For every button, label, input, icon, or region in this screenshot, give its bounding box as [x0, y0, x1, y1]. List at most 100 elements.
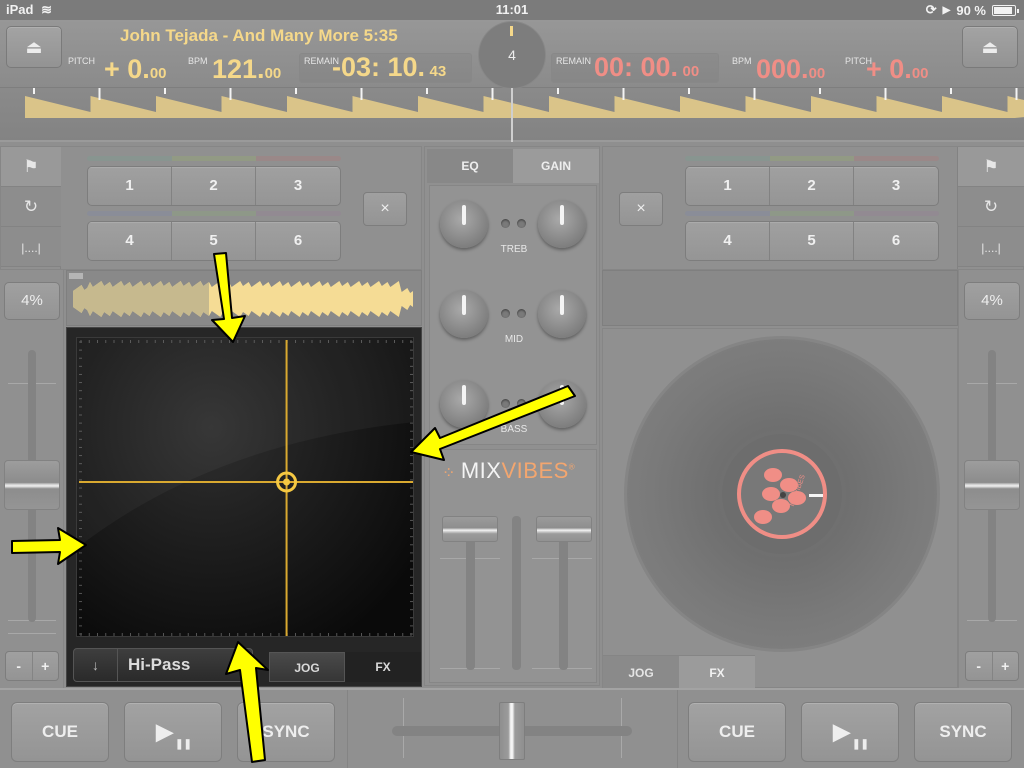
- eq-led: [501, 219, 510, 228]
- mixer-tab-gain[interactable]: GAIN: [513, 149, 599, 183]
- playhead-line: [511, 88, 513, 142]
- deck-a-hotcue-4[interactable]: 4: [88, 222, 172, 260]
- deck-a-pitch-minus-button[interactable]: -: [6, 652, 33, 680]
- deck-a-pitch-range-button[interactable]: 4%: [4, 282, 60, 320]
- deck-a-pitch-bend: - +: [5, 651, 59, 681]
- deck-a-hotcue-2[interactable]: 2: [172, 167, 256, 205]
- deck-a-hotcue-3[interactable]: 3: [256, 167, 340, 205]
- deck-a-bpm-readout: 121.00: [212, 54, 281, 85]
- download-icon[interactable]: ↓: [74, 649, 118, 681]
- deck-b-pitch-column: 4% - +: [958, 270, 1024, 688]
- pitch-decimal: 00: [911, 65, 929, 82]
- deck-b-hotcue-2[interactable]: 2: [770, 167, 854, 205]
- loop-icon: ↻: [983, 197, 999, 216]
- deck-a-cue-colorbar-top: [87, 156, 341, 161]
- eq-bass-b-knob[interactable]: [538, 380, 586, 428]
- flag-icon: ⚑: [23, 157, 39, 176]
- eq-bass-a-knob[interactable]: [440, 380, 488, 428]
- deck-a-hotcue-5[interactable]: 5: [172, 222, 256, 260]
- deck-b-tab-fx[interactable]: FX: [679, 655, 755, 689]
- rotation-lock-icon: ⟳: [925, 2, 937, 17]
- deck-a-overview-waveform[interactable]: [66, 270, 422, 326]
- remain-main: 00: 00.: [594, 52, 679, 82]
- deck-b-hotcue-5[interactable]: 5: [770, 222, 854, 260]
- channel-a-volume-fader[interactable]: [442, 516, 498, 543]
- bpm-decimal: 00: [808, 65, 826, 82]
- deck-b-cue-mode-button[interactable]: ⚑: [958, 147, 1024, 187]
- eq-treb-a-knob[interactable]: [440, 200, 488, 248]
- eq-mid-b-knob[interactable]: [538, 290, 586, 338]
- deck-b-sync-button[interactable]: SYNC: [914, 702, 1012, 762]
- deck-b-cue-button[interactable]: CUE: [688, 702, 786, 762]
- eq-mid-a-knob[interactable]: [440, 290, 488, 338]
- deck-b-tab-jog[interactable]: JOG: [603, 655, 679, 689]
- fx-preset-selector[interactable]: ↓ Hi-Pass: [73, 648, 253, 682]
- beat-marker: [950, 88, 952, 94]
- deck-b-jog-wheel[interactable]: MIXVIBES: [627, 339, 937, 649]
- deck-b-pitch-range-button[interactable]: 4%: [964, 282, 1020, 320]
- deck-b-play-pause-button[interactable]: ▶❚❚: [801, 702, 899, 762]
- deck-a-cue-mode-button[interactable]: ⚑: [1, 147, 61, 187]
- deck-a-cue-button[interactable]: CUE: [11, 702, 109, 762]
- deck-a-clear-cues-button[interactable]: ×: [363, 192, 407, 226]
- battery-icon: [992, 4, 1019, 16]
- deck-b-hotcue-1[interactable]: 1: [686, 167, 770, 205]
- fx-xy-pad[interactable]: [76, 337, 414, 637]
- deck-b-overview-waveform[interactable]: [602, 270, 958, 326]
- deck-b-hotcue-3[interactable]: 3: [854, 167, 938, 205]
- divider: [677, 690, 678, 768]
- deck-b-hotcue-6[interactable]: 6: [854, 222, 938, 260]
- deck-a-tab-jog[interactable]: JOG: [269, 652, 345, 682]
- beat-marker: [98, 88, 101, 100]
- deck-b-loop-mode-button[interactable]: ↻: [958, 187, 1024, 227]
- deck-b-pitch-fader[interactable]: [964, 460, 1020, 510]
- deck-b-eject-button[interactable]: ⏏: [962, 26, 1018, 68]
- deck-a-cue-colorbar-bottom: [87, 211, 341, 216]
- eq-led: [517, 219, 526, 228]
- deck-a-loop-mode-button[interactable]: ↻: [1, 187, 61, 227]
- beat-marker: [622, 88, 625, 100]
- beat-waveform[interactable]: [0, 88, 1024, 142]
- eq-led: [501, 399, 510, 408]
- battery-percent: 90 %: [956, 2, 986, 18]
- play-icon: ▶: [156, 719, 174, 744]
- eq-treb-b-knob[interactable]: [538, 200, 586, 248]
- deck-b-hotcues-row-1: 1 2 3: [685, 166, 939, 206]
- divider: [347, 690, 348, 768]
- crossfader[interactable]: [499, 702, 525, 760]
- deck-b-clear-cues-button[interactable]: ×: [619, 192, 663, 226]
- deck-a-hotcue-1[interactable]: 1: [88, 167, 172, 205]
- loop-icon: ↻: [23, 197, 39, 216]
- deck-b-cue-colorbar-bottom: [685, 211, 939, 216]
- deck-a-sync-button[interactable]: SYNC: [237, 702, 335, 762]
- pitch-sign: +: [104, 54, 128, 84]
- deck-a-pitch-fader[interactable]: [4, 460, 60, 510]
- deck-b-remain-box[interactable]: REMAIN 00: 00. 00: [551, 52, 719, 83]
- pitch-main: 0.: [127, 54, 150, 84]
- deck-b-pitch-readout: + 0.00: [866, 54, 929, 85]
- deck-b-cue-colorbar-top: [685, 156, 939, 161]
- deck-b-grid-mode-button[interactable]: |....|: [958, 227, 1024, 267]
- channel-b-volume-fader[interactable]: [536, 516, 592, 543]
- deck-a-remain-box[interactable]: REMAIN -03: 10. 43: [299, 52, 472, 83]
- logo-dots-icon: ⁘: [442, 465, 461, 482]
- deck-b-hotcues-row-2: 4 5 6: [685, 221, 939, 261]
- deck-a-grid-mode-button[interactable]: |....|: [1, 227, 61, 267]
- channel-meter-track: [512, 516, 521, 670]
- deck-a-pitch-plus-button[interactable]: +: [33, 652, 59, 680]
- pitch-main: 0.: [889, 54, 912, 84]
- deck-a-eject-button[interactable]: ⏏: [6, 26, 62, 68]
- deck-b-bpm-label: BPM: [732, 56, 752, 66]
- deck-header: ⏏ John Tejada - And Many More 5:35 PITCH…: [0, 20, 1024, 88]
- deck-b-pitch-minus-button[interactable]: -: [966, 652, 993, 680]
- beat-marker: [426, 88, 428, 94]
- deck-a-play-pause-button[interactable]: ▶❚❚: [124, 702, 222, 762]
- deck-b-jog-panel: MIXVIBES JOG FX: [602, 328, 958, 689]
- fx-preset-name: Hi-Pass: [128, 655, 191, 674]
- deck-a-tab-fx[interactable]: FX: [345, 652, 421, 682]
- mixer-tab-eq[interactable]: EQ: [427, 149, 513, 183]
- deck-b-hotcue-4[interactable]: 4: [686, 222, 770, 260]
- transport-bar: CUE ▶❚❚ SYNC CUE ▶❚❚ SYNC: [0, 688, 1024, 768]
- deck-a-hotcue-6[interactable]: 6: [256, 222, 340, 260]
- deck-b-pitch-plus-button[interactable]: +: [993, 652, 1019, 680]
